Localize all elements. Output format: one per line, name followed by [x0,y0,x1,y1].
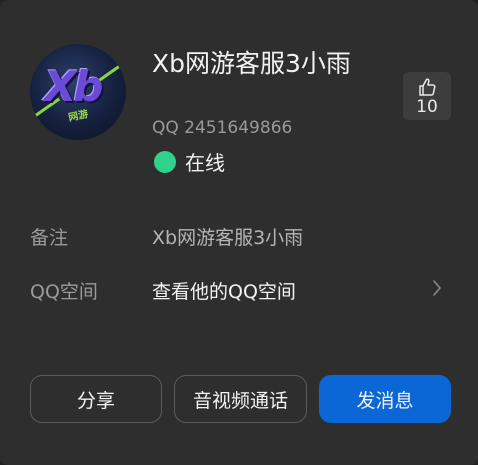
avatar-logo-sub: 网游 [67,108,90,124]
avatar[interactable]: Xb 网游 [30,44,126,140]
remark-label: 备注 [30,227,69,249]
online-status: 在线 [154,147,225,176]
status-text: 在线 [185,151,225,175]
qzone-link[interactable]: 查看他的QQ空间 [152,277,296,304]
status-dot-icon [154,150,176,173]
remark-value[interactable]: Xb网游客服3小雨 [152,223,303,250]
qq-number: QQ 2451649866 [152,118,293,138]
thumbs-up-icon [419,78,436,96]
chevron-right-icon[interactable] [432,279,442,297]
like-button[interactable]: 10 [403,72,451,120]
video-call-button[interactable]: 音视频通话 [174,375,307,423]
profile-name: Xb网游客服3小雨 [152,49,351,78]
share-button[interactable]: 分享 [30,375,162,423]
qzone-label: QQ空间 [30,281,98,303]
send-message-button[interactable]: 发消息 [319,375,451,423]
avatar-logo-text: Xb [44,62,103,111]
profile-card: Xb 网游 Xb网游客服3小雨 QQ 2451649866 在线 10 备注 X… [0,0,478,465]
like-count: 10 [416,97,438,117]
